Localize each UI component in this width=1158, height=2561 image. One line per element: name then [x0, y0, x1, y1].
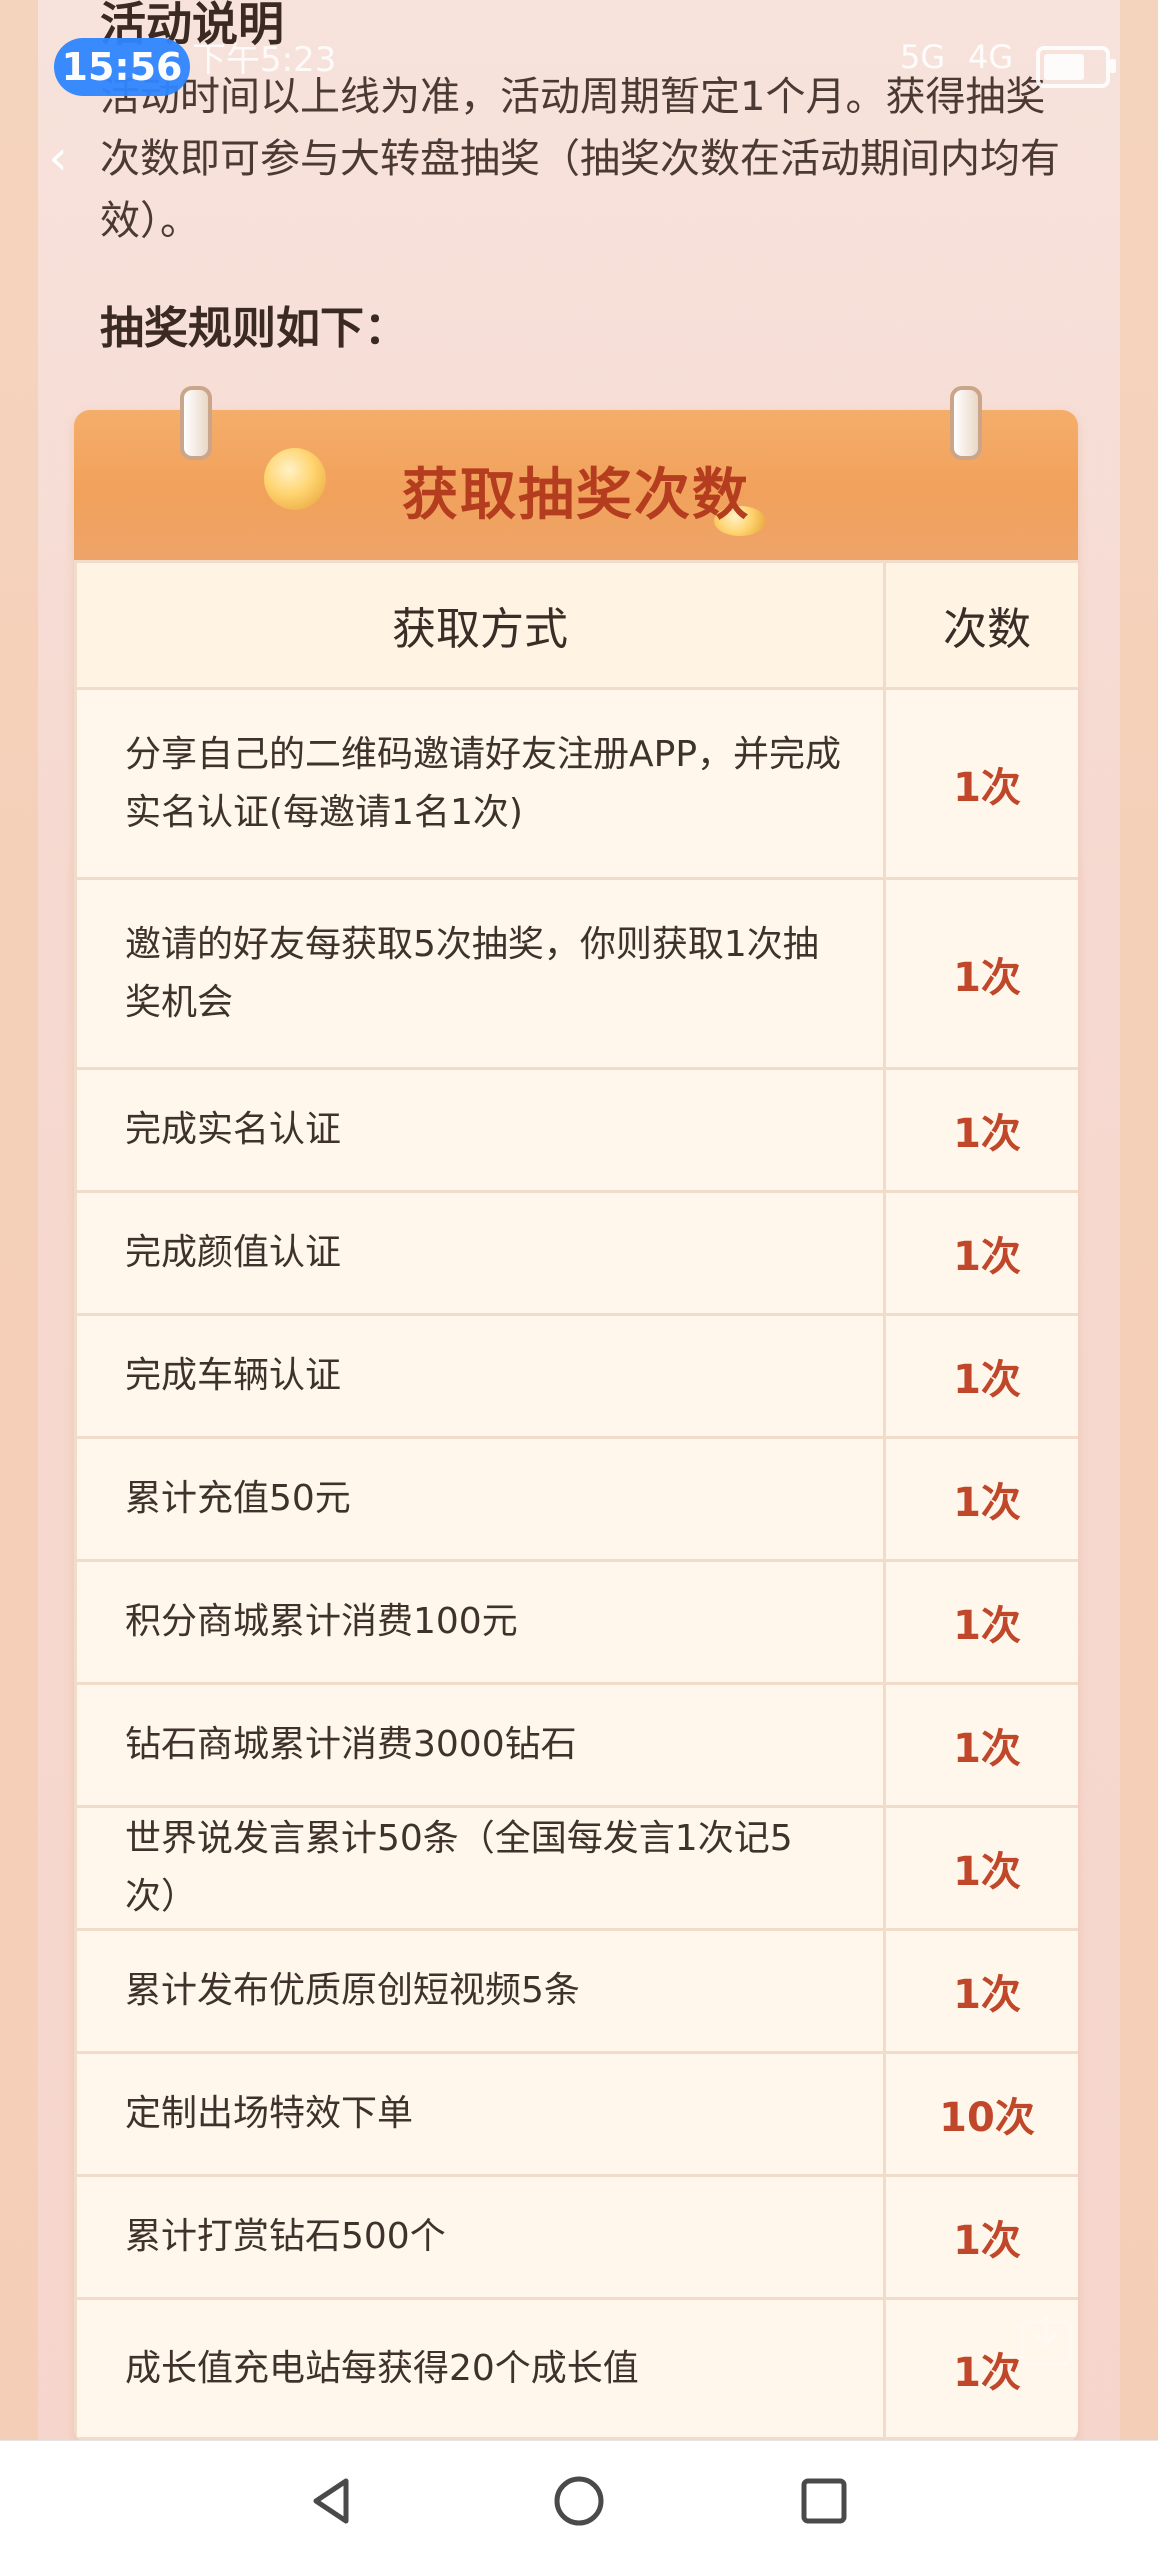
table-row: 积分商城累计消费100元 1次: [74, 1559, 1078, 1685]
method-cell: 完成颜值认证: [74, 1190, 886, 1316]
method-cell: 完成车辆认证: [74, 1313, 886, 1439]
method-cell: 累计充值50元: [74, 1436, 886, 1562]
table-row: 累计打赏钻石500个 1次: [74, 2174, 1078, 2300]
count-cell: 1次: [883, 687, 1078, 880]
count-cell: 1次: [883, 1559, 1078, 1685]
rules-table: 获取方式 次数 分享自己的二维码邀请好友注册APP，并完成实名认证(每邀请1名1…: [74, 560, 1078, 2440]
section-title: 活动说明: [100, 0, 284, 51]
method-cell: 累计发布优质原创短视频5条: [74, 1928, 886, 2054]
count-cell: 1次: [883, 1436, 1078, 1562]
table-row: 分享自己的二维码邀请好友注册APP，并完成实名认证(每邀请1名1次) 1次: [74, 687, 1078, 880]
method-cell: 分享自己的二维码邀请好友注册APP，并完成实名认证(每邀请1名1次): [74, 687, 886, 880]
back-chevron-icon[interactable]: ‹: [38, 128, 78, 188]
page-side-band-left: [0, 0, 38, 2440]
table-row: 完成颜值认证 1次: [74, 1190, 1078, 1316]
circle-home-icon: [554, 2476, 604, 2526]
rules-title: 抽奖规则如下：: [100, 303, 408, 354]
nav-recent-button[interactable]: [794, 2471, 854, 2531]
table-row: 邀请的好友每获取5次抽奖，你则获取1次抽奖机会 1次: [74, 877, 1078, 1070]
count-cell: 1次: [883, 1805, 1078, 1931]
card-header: 获取抽奖次数: [74, 410, 1078, 560]
method-cell: 积分商城累计消费100元: [74, 1559, 886, 1685]
square-recent-icon: [801, 2478, 847, 2524]
table-row: 世界说发言累计50条（全国每发言1次记5次） 1次: [74, 1805, 1078, 1931]
table-row: 累计充值50元 1次: [74, 1436, 1078, 1562]
download-icon[interactable]: [1018, 2312, 1074, 2368]
page-side-band-right: [1120, 0, 1158, 2440]
count-cell: 10次: [883, 2051, 1078, 2177]
pin-icon: [950, 386, 982, 460]
method-cell: 定制出场特效下单: [74, 2051, 886, 2177]
column-header-count: 次数: [883, 560, 1078, 690]
method-cell: 邀请的好友每获取5次抽奖，你则获取1次抽奖机会: [74, 877, 886, 1070]
column-header-method: 获取方式: [74, 560, 886, 690]
table-row: 累计发布优质原创短视频5条 1次: [74, 1928, 1078, 2054]
method-cell: 成长值充电站每获得20个成长值: [74, 2297, 886, 2440]
navigation-bar: [0, 2440, 1158, 2561]
table-row: 定制出场特效下单 10次: [74, 2051, 1078, 2177]
count-cell: 1次: [883, 1682, 1078, 1808]
count-cell: 1次: [883, 877, 1078, 1070]
triangle-back-icon: [313, 2478, 349, 2524]
method-cell: 完成实名认证: [74, 1067, 886, 1193]
table-row: 完成实名认证 1次: [74, 1067, 1078, 1193]
method-cell: 世界说发言累计50条（全国每发言1次记5次）: [74, 1805, 886, 1931]
count-cell: 1次: [883, 1067, 1078, 1193]
count-cell: 1次: [883, 1313, 1078, 1439]
table-row: 成长值充电站每获得20个成长值 1次: [74, 2297, 1078, 2440]
activity-description: 活动时间以上线为准，活动周期暂定1个月。获得抽奖次数即可参与大转盘抽奖（抽奖次数…: [100, 74, 1060, 244]
method-cell: 累计打赏钻石500个: [74, 2174, 886, 2300]
table-header-row: 获取方式 次数: [74, 560, 1078, 690]
nav-back-button[interactable]: [302, 2471, 362, 2531]
table-row: 完成车辆认证 1次: [74, 1313, 1078, 1439]
method-cell: 钻石商城累计消费3000钻石: [74, 1682, 886, 1808]
table-row: 钻石商城累计消费3000钻石 1次: [74, 1682, 1078, 1808]
nav-home-button[interactable]: [549, 2471, 609, 2531]
count-cell: 1次: [883, 2174, 1078, 2300]
count-cell: 1次: [883, 1190, 1078, 1316]
count-cell: 1次: [883, 1928, 1078, 2054]
pin-icon: [180, 386, 212, 460]
lottery-rules-card: 获取抽奖次数 获取方式 次数 分享自己的二维码邀请好友注册APP，并完成实名认证…: [74, 410, 1078, 2444]
card-title: 获取抽奖次数: [402, 463, 750, 528]
